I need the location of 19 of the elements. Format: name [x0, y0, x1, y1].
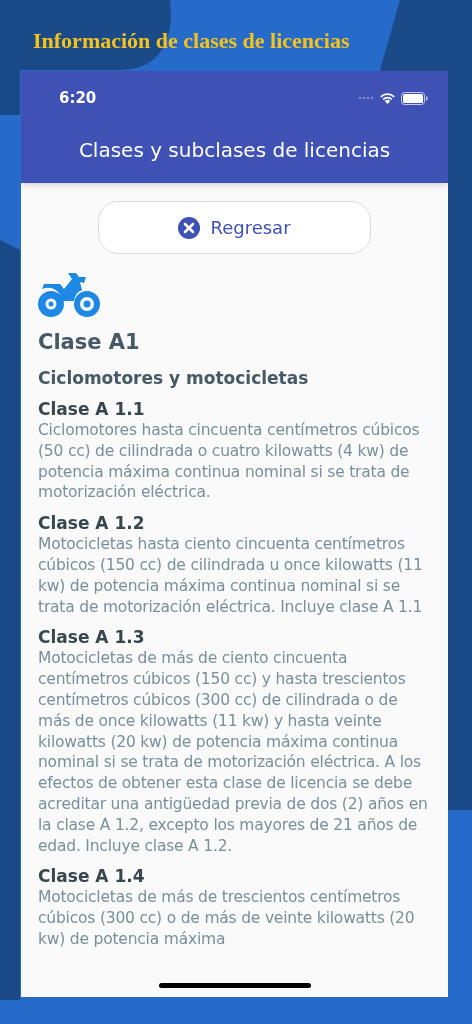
app-bar-title: Clases y subclases de licencias	[77, 137, 392, 164]
subclass-title: Clase A 1.1	[38, 399, 146, 420]
close-icon	[178, 216, 201, 239]
signal-icon	[358, 96, 374, 100]
subclass-description: Motocicletas hasta ciento cincuenta centímetros cúbicos (150 cc) de cilindrada u once kilowatts (11 kw) de potencia máxima continua nominal si se trata de motorización eléctrica. Incluye clase A 1.1	[38, 534, 424, 618]
subclass-title: Clase A 1.2	[38, 513, 146, 535]
subclass-description: Motocicletas de más de trescientos centímetros cúbicos (300 cc) o de más de veinte kilowatts (20 kw) de potencia máxima	[38, 887, 416, 950]
motorcycle-icon	[38, 273, 100, 317]
class-subtitle: Ciclomotores y motocicletas	[38, 367, 310, 389]
subclass-title: Clase A 1.3	[38, 627, 146, 649]
subclass-description: Ciclomotores hasta cincuenta centímetros cúbicos (50 cc) de cilindrada o cuatro kilowatts (4 kw) de potencia máxima continua nominal si se trata de motorización eléctrica.	[38, 420, 421, 504]
subclass-description: Motocicletas de más de ciento cincuenta centímetros cúbicos (150 cc) y hasta trescientos centímetros cúbicos (300 cc) de cilindrada o de más de once kilowatts (11 kw) y hasta veinte kilowatts (20 kw) de potencia máxima continua nominal si se trata de motorización eléctrica. A los efectos de obtener esta clase de licencia se debe acreditar una antigüedad previa de dos (2) años en la clase A 1.2, excepto los mayores de 21 años de edad. Incluye clase A 1.2.	[38, 648, 429, 857]
back-button[interactable]: Regresar	[98, 201, 371, 254]
class-title: Clase A1	[38, 329, 141, 355]
status-time: 6:20	[59, 87, 97, 109]
wifi-icon	[379, 92, 396, 104]
subclass-title: Clase A 1.4	[38, 866, 146, 888]
battery-icon	[401, 91, 428, 105]
banner-title: Información de clases de licencias	[33, 28, 350, 54]
